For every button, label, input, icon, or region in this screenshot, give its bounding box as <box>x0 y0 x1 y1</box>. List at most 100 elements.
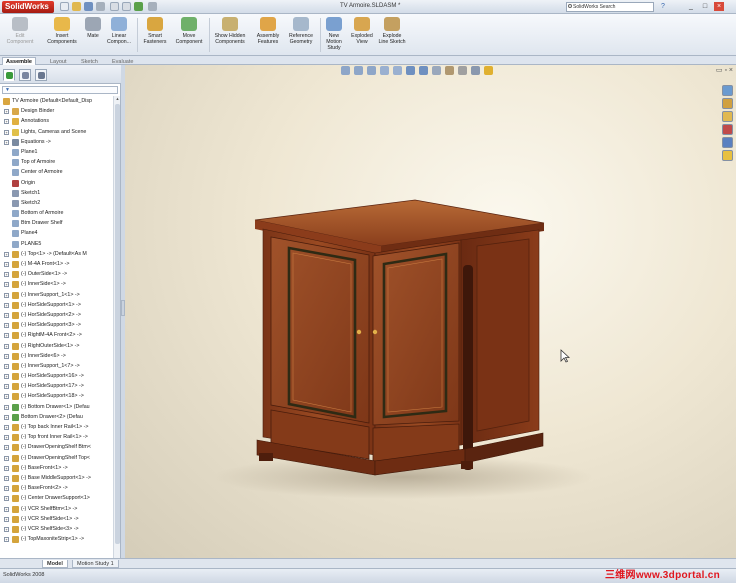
expand-toggle-icon[interactable]: + <box>4 455 9 461</box>
tree-item[interactable]: + (-) Bottom Drawer<1> (Defau <box>0 402 113 412</box>
tree-item[interactable]: + (-) Top front Inner Rail<1> -> <box>0 432 113 442</box>
expand-toggle-icon[interactable]: + <box>4 292 9 298</box>
tree-item[interactable]: + (-) M-4A Front<1> -> <box>0 259 113 269</box>
expand-toggle-icon[interactable]: + <box>4 272 9 278</box>
tree-item[interactable]: + (-) RightOuterSide<1> -> <box>0 341 113 351</box>
tree-item[interactable]: + (-) VCR ShelfSide<1> -> <box>0 514 113 524</box>
tree-item[interactable]: + (-) VCR ShelfSide<3> -> <box>0 524 113 534</box>
expand-toggle-icon[interactable]: + <box>4 282 9 288</box>
tree-item[interactable]: Sketch2 <box>0 198 113 208</box>
tab-motion-study-1[interactable]: Motion Study 1 <box>72 560 119 568</box>
tree-item[interactable]: + (-) VCR ShelfBtm<1> -> <box>0 504 113 514</box>
expand-toggle-icon[interactable]: + <box>4 333 9 339</box>
tree-item[interactable]: + Design Binder <box>0 106 113 116</box>
rebuild-icon[interactable] <box>134 2 143 11</box>
help-icon[interactable]: ? <box>658 2 668 11</box>
print-icon[interactable] <box>96 2 105 11</box>
tree-item[interactable]: PLANE5 <box>0 239 113 249</box>
expand-toggle-icon[interactable]: + <box>4 353 9 359</box>
minimize-button[interactable]: _ <box>686 2 696 11</box>
expand-toggle-icon[interactable]: + <box>4 506 9 512</box>
tree-item[interactable]: + Lights, Cameras and Scene <box>0 127 113 137</box>
tree-item[interactable]: Btm Drawer Shelf <box>0 218 113 228</box>
tree-item[interactable]: + (-) Center DrawerSupport<1> <box>0 493 113 503</box>
linear-component-pattern-button[interactable]: Linear Compon... <box>104 17 134 45</box>
save-icon[interactable] <box>84 2 93 11</box>
tree-item[interactable]: + Bottom Drawer<2> (Defau <box>0 412 113 422</box>
expand-toggle-icon[interactable]: + <box>4 435 9 441</box>
assembly-features-button[interactable]: Assembly Features <box>252 17 284 45</box>
expand-toggle-icon[interactable]: + <box>4 526 9 532</box>
exploded-view-button[interactable]: Exploded View <box>348 17 376 45</box>
expand-toggle-icon[interactable]: + <box>4 404 9 410</box>
options-icon[interactable] <box>148 2 157 11</box>
expand-toggle-icon[interactable]: + <box>4 496 9 502</box>
expand-toggle-icon[interactable]: + <box>4 516 9 522</box>
expand-toggle-icon[interactable]: + <box>4 343 9 349</box>
solidworks-logo[interactable]: SolidWorks <box>2 1 54 13</box>
tab-sketch[interactable]: Sketch <box>77 57 102 65</box>
select-icon[interactable] <box>122 2 131 11</box>
tree-item[interactable]: Top of Armoire <box>0 157 113 167</box>
expand-toggle-icon[interactable]: + <box>4 139 9 145</box>
maximize-button[interactable]: □ <box>700 2 710 11</box>
expand-toggle-icon[interactable]: + <box>4 445 9 451</box>
tree-item[interactable]: Plane1 <box>0 147 113 157</box>
tree-item[interactable]: + (-) TopMaxoniteStrip<1> -> <box>0 534 113 544</box>
close-button[interactable]: × <box>714 2 724 11</box>
scroll-thumb[interactable] <box>115 104 120 544</box>
tree-item[interactable]: + (-) InnerSide<6> -> <box>0 351 113 361</box>
smart-fasteners-button[interactable]: Smart Fasteners <box>140 17 170 45</box>
feature-filter-bar[interactable]: ▼ <box>2 86 118 94</box>
expand-toggle-icon[interactable]: + <box>4 537 9 543</box>
tab-model[interactable]: Model <box>42 560 68 568</box>
tree-item[interactable]: + (-) Base MiddleSupport<1> -> <box>0 473 113 483</box>
property-manager-tab[interactable] <box>19 69 31 81</box>
tree-item[interactable]: + (-) OuterSide<1> -> <box>0 269 113 279</box>
tree-item[interactable]: + (-) Top back Inner Rail<1> -> <box>0 422 113 432</box>
feature-manager-tab[interactable] <box>3 69 15 81</box>
explode-line-sketch-button[interactable]: Explode Line Sketch <box>378 17 406 45</box>
tree-item[interactable]: + (-) InnerSupport_1<7> -> <box>0 361 113 371</box>
tree-item[interactable]: + (-) InnerSupport_1<1> -> <box>0 290 113 300</box>
insert-components-button[interactable]: Insert Components <box>42 17 82 45</box>
solidworks-search-input[interactable]: SolidWorks Search <box>566 2 654 12</box>
tree-item[interactable]: + (-) BaseFront<1> -> <box>0 463 113 473</box>
armoire-model[interactable] <box>125 65 736 558</box>
tree-scrollbar[interactable]: ▲ ▼ <box>113 96 120 566</box>
expand-toggle-icon[interactable]: + <box>4 323 9 329</box>
tree-item[interactable]: + (-) Top<1> -> (Default<As M <box>0 249 113 259</box>
tree-item[interactable]: TV Armoire (Default<Default_Disp <box>0 96 113 106</box>
expand-toggle-icon[interactable]: + <box>4 251 9 257</box>
new-document-icon[interactable] <box>60 2 69 11</box>
tree-item[interactable]: + (-) DrawerOpeningShelf Top< <box>0 453 113 463</box>
expand-toggle-icon[interactable]: + <box>4 363 9 369</box>
tree-item[interactable]: Center of Armoire <box>0 167 113 177</box>
tree-item[interactable]: + (-) HorSideSupport<16> -> <box>0 371 113 381</box>
open-document-icon[interactable] <box>72 2 81 11</box>
expand-toggle-icon[interactable]: + <box>4 129 9 135</box>
expand-toggle-icon[interactable]: + <box>4 425 9 430</box>
tree-item[interactable]: + (-) HorSideSupport<18> -> <box>0 391 113 401</box>
scroll-up-icon[interactable]: ▲ <box>115 96 120 101</box>
expand-toggle-icon[interactable]: + <box>4 302 9 308</box>
expand-toggle-icon[interactable]: + <box>4 394 9 400</box>
tree-item[interactable]: Plane4 <box>0 228 113 238</box>
tree-item[interactable]: + (-) InnerSide<1> -> <box>0 279 113 289</box>
tree-item[interactable]: + (-) HorSideSupport<3> -> <box>0 320 113 330</box>
configuration-manager-tab[interactable] <box>35 69 47 81</box>
tree-item[interactable]: + Annotations <box>0 116 113 126</box>
expand-toggle-icon[interactable]: + <box>4 465 9 471</box>
tree-item[interactable]: + (-) BaseFront<2> -> <box>0 483 113 493</box>
move-component-button[interactable]: Move Component <box>172 17 206 45</box>
tree-item[interactable]: Origin <box>0 178 113 188</box>
tree-item[interactable]: + Equations -> <box>0 137 113 147</box>
expand-toggle-icon[interactable]: + <box>4 384 9 390</box>
left-door-knob[interactable] <box>356 329 362 335</box>
expand-toggle-icon[interactable]: + <box>4 486 9 492</box>
right-door-knob[interactable] <box>372 329 378 335</box>
new-motion-study-button[interactable]: New Motion Study <box>322 17 346 51</box>
tree-item[interactable]: Sketch1 <box>0 188 113 198</box>
tree-item[interactable]: + (-) HorSideSupport<1> -> <box>0 300 113 310</box>
expand-toggle-icon[interactable]: + <box>4 414 9 420</box>
